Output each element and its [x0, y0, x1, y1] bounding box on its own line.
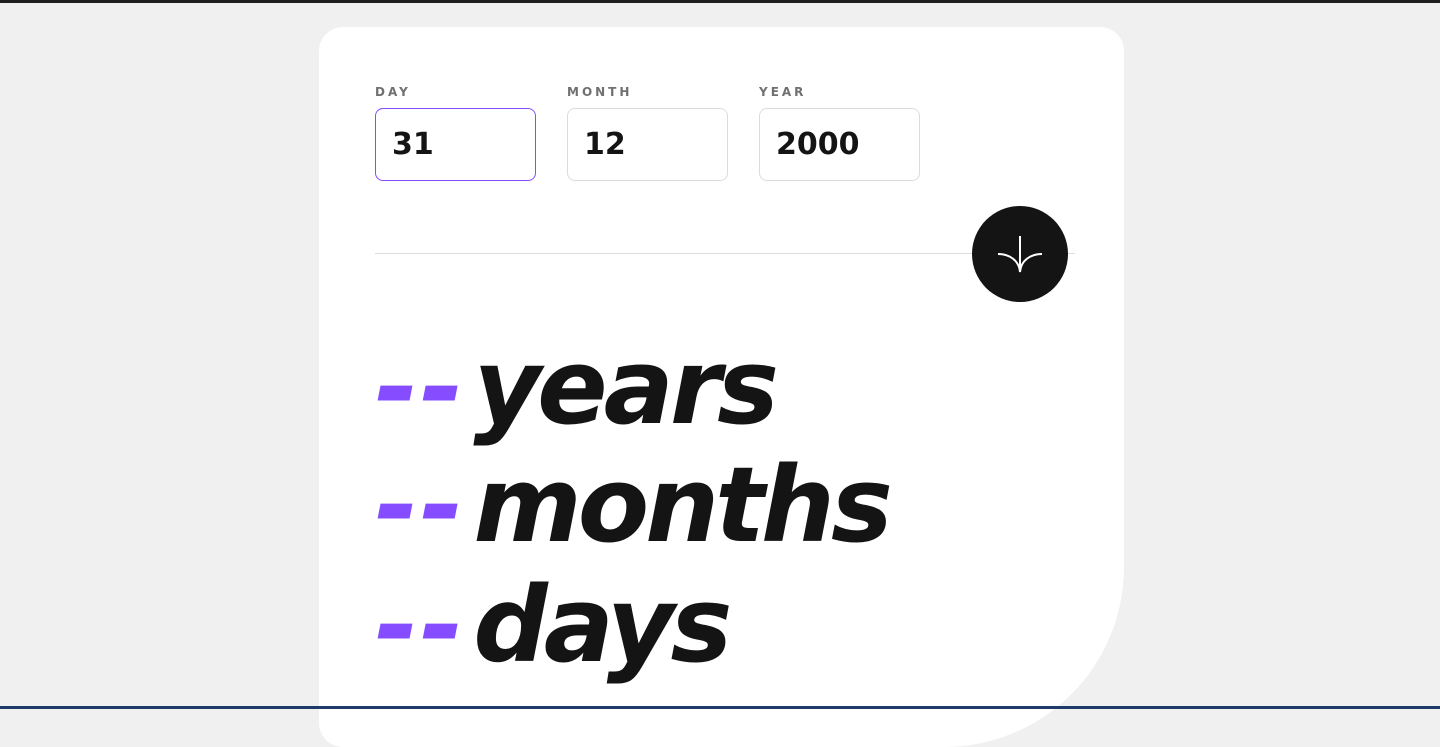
- day-input[interactable]: [375, 108, 536, 181]
- age-calculator-card: DAY MONTH YEAR --years --months --days: [319, 27, 1124, 747]
- year-label: YEAR: [759, 85, 807, 99]
- result-years: --years: [375, 335, 779, 439]
- day-label: DAY: [375, 85, 411, 99]
- result-days: --days: [375, 573, 732, 677]
- month-input[interactable]: [567, 108, 728, 181]
- month-field: MONTH: [567, 84, 728, 181]
- months-value: --: [375, 444, 466, 566]
- days-unit: days: [473, 564, 732, 686]
- months-unit: months: [473, 444, 893, 566]
- year-field: YEAR: [759, 84, 920, 181]
- day-field: DAY: [375, 84, 536, 181]
- years-unit: years: [473, 326, 779, 448]
- month-label: MONTH: [567, 85, 633, 99]
- calculate-button[interactable]: [972, 206, 1068, 302]
- divider: [375, 253, 1075, 254]
- years-value: --: [375, 326, 466, 448]
- result-months: --months: [375, 453, 893, 557]
- days-value: --: [375, 564, 466, 686]
- arrow-down-icon: [997, 236, 1043, 273]
- browser-top-edge: [0, 0, 1440, 3]
- year-input[interactable]: [759, 108, 920, 181]
